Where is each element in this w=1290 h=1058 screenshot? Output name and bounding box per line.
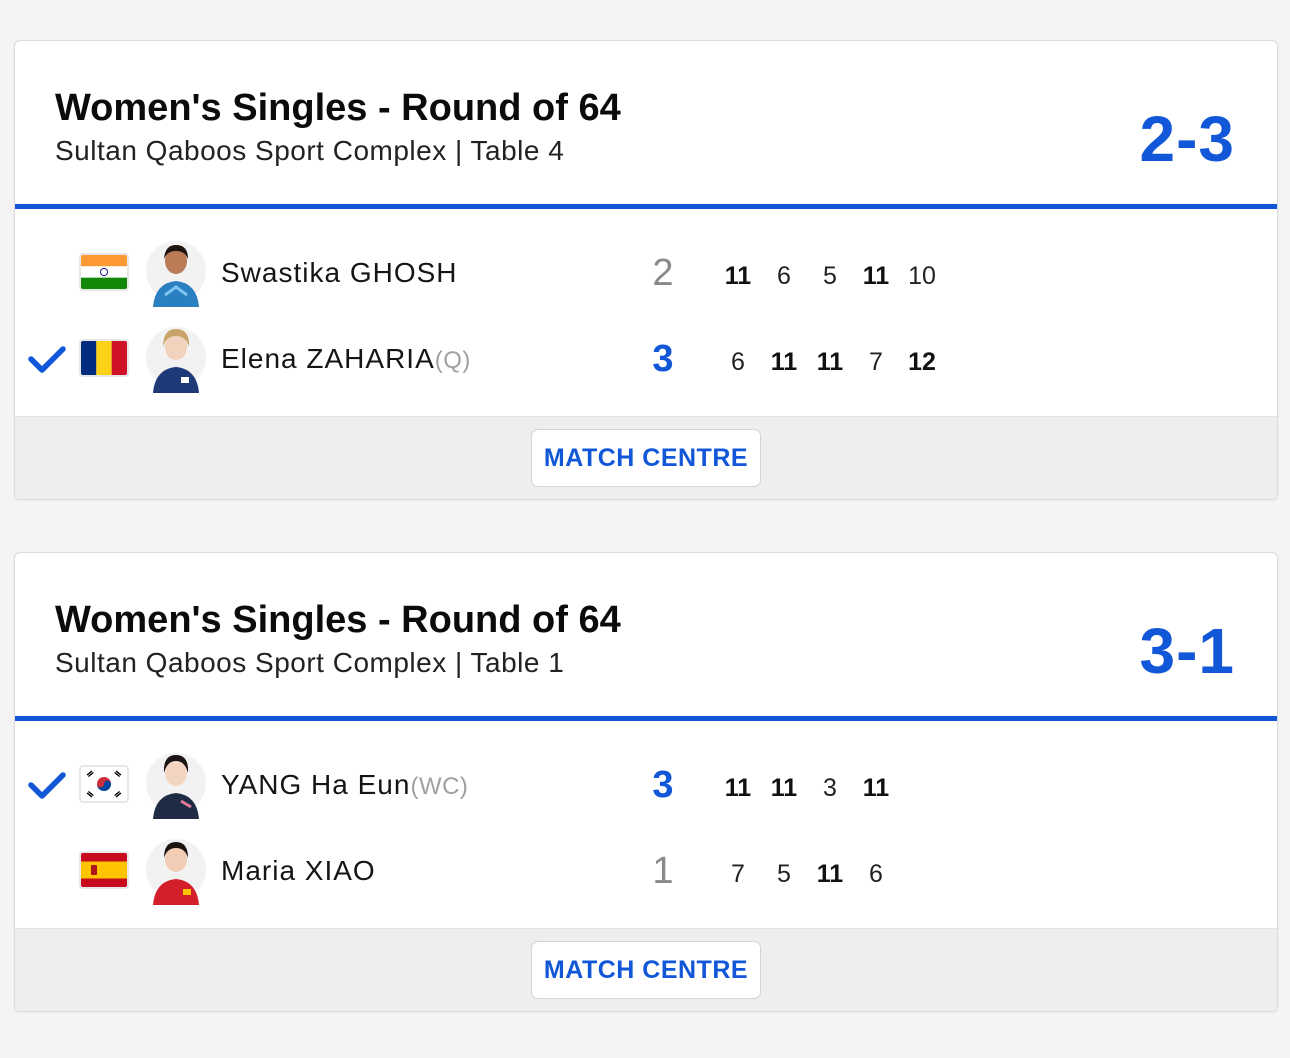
sets-won: 2 — [652, 252, 674, 294]
player-tag: (WC) — [410, 773, 469, 800]
sets-won: 3 — [652, 338, 674, 380]
game-score: 6 — [869, 860, 883, 888]
player-name: YANG Ha Eun(WC) — [221, 769, 468, 801]
player-name-text: YANG Ha Eun — [221, 769, 411, 800]
winner-check-icon — [27, 769, 67, 803]
match-centre-button[interactable]: MATCH CENTRE — [531, 429, 761, 487]
game-score: 6 — [731, 348, 745, 376]
match-score: 3-1 — [1139, 615, 1235, 687]
game-score: 3 — [823, 774, 837, 802]
players-list: YANG Ha Eun(WC) 3 11 11 3 11 Maria XIAO … — [15, 721, 1277, 928]
india-flag-icon — [81, 255, 127, 289]
player-avatar — [145, 833, 207, 905]
game-score: 5 — [823, 262, 837, 290]
game-score: 5 — [777, 860, 791, 888]
match-title: Women's Singles - Round of 64 — [55, 87, 621, 129]
player-row[interactable]: Swastika GHOSH 2 11 6 5 11 10 — [15, 231, 1277, 317]
game-score: 11 — [816, 348, 844, 376]
game-score: 7 — [731, 860, 745, 888]
players-list: Swastika GHOSH 2 11 6 5 11 10 Elena ZAHA… — [15, 209, 1277, 416]
player-avatar — [145, 235, 207, 307]
match-venue: Sultan Qaboos Sport Complex | Table 1 — [55, 647, 565, 678]
game-score: 10 — [908, 262, 936, 290]
spain-flag-icon — [81, 853, 127, 887]
player-tag: (Q) — [434, 347, 471, 374]
game-score: 11 — [770, 348, 798, 376]
game-score: 11 — [862, 774, 890, 802]
sets-won: 1 — [652, 850, 674, 892]
player-row[interactable]: Elena ZAHARIA(Q) 3 6 11 11 7 12 — [15, 317, 1277, 403]
player-row[interactable]: YANG Ha Eun(WC) 3 11 11 3 11 — [15, 743, 1277, 829]
player-name: Swastika GHOSH — [221, 257, 458, 289]
match-title: Women's Singles - Round of 64 — [55, 599, 621, 641]
player-name-text: Maria XIAO — [221, 855, 376, 886]
game-score: 11 — [862, 262, 890, 290]
player-avatar — [145, 321, 207, 393]
card-footer: MATCH CENTRE — [15, 416, 1277, 499]
match-card: Women's Singles - Round of 64 Sultan Qab… — [14, 40, 1278, 500]
match-venue: Sultan Qaboos Sport Complex | Table 4 — [55, 135, 565, 166]
player-avatar — [145, 747, 207, 819]
game-score: 11 — [724, 774, 752, 802]
match-centre-button[interactable]: MATCH CENTRE — [531, 941, 761, 999]
romania-flag-icon — [81, 341, 127, 375]
sets-won: 3 — [652, 764, 674, 806]
korea-flag-icon — [81, 767, 127, 801]
match-header: Women's Singles - Round of 64 Sultan Qab… — [15, 41, 1277, 209]
game-score: 11 — [724, 262, 752, 290]
player-row[interactable]: Maria XIAO 1 7 5 11 6 — [15, 829, 1277, 915]
player-name-text: Elena ZAHARIA — [221, 343, 435, 374]
game-score: 7 — [869, 348, 883, 376]
player-name: Maria XIAO — [221, 855, 376, 887]
match-header: Women's Singles - Round of 64 Sultan Qab… — [15, 553, 1277, 721]
player-name-text: Swastika GHOSH — [221, 257, 458, 288]
match-card: Women's Singles - Round of 64 Sultan Qab… — [14, 552, 1278, 1012]
card-footer: MATCH CENTRE — [15, 928, 1277, 1011]
game-score: 6 — [777, 262, 791, 290]
player-name: Elena ZAHARIA(Q) — [221, 343, 471, 375]
game-score: 11 — [770, 774, 798, 802]
game-score: 11 — [816, 860, 844, 888]
game-score: 12 — [908, 348, 936, 376]
match-score: 2-3 — [1139, 103, 1235, 175]
winner-check-icon — [27, 343, 67, 377]
